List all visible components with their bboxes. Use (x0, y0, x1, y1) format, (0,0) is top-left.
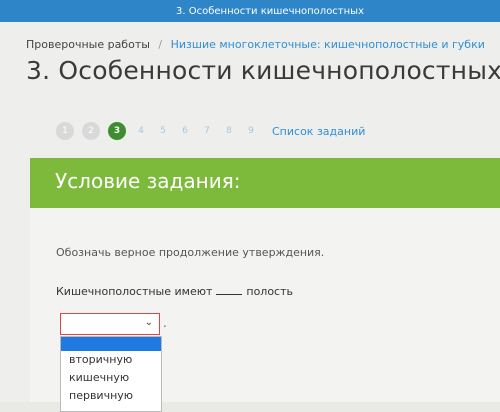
chevron-down-icon: ⌄ (144, 317, 153, 328)
page-title: 3. Особенности кишечнополостных (26, 56, 500, 85)
statement-before: Кишечнополостные имеют (56, 285, 213, 298)
breadcrumb: Проверочные работы / Низшие многоклеточн… (26, 38, 485, 51)
banner-title: Условие задания: (55, 169, 241, 193)
page-8-button[interactable]: 8 (222, 122, 236, 140)
page-7-button[interactable]: 7 (200, 122, 214, 140)
task-panel: Обозначь верное продолжение утверждения.… (30, 208, 500, 412)
task-condition-banner: Условие задания: (30, 158, 500, 208)
page-1-button[interactable]: 1 (56, 122, 74, 140)
top-header-bar: 3. Особенности кишечнополостных (0, 0, 500, 22)
page-5-button[interactable]: 5 (156, 122, 170, 140)
breadcrumb-home[interactable]: Проверочные работы (26, 38, 150, 51)
answer-dropdown-list: вторичную кишечную первичную (60, 336, 162, 412)
task-pager: 1 2 3 4 5 6 7 8 9 Список заданий (56, 122, 365, 140)
trailing-dot: . (163, 316, 167, 330)
breadcrumb-current[interactable]: Низшие многоклеточные: кишечнополостные … (171, 38, 485, 51)
page-3-button[interactable]: 3 (108, 122, 126, 140)
task-list-link[interactable]: Список заданий (272, 125, 365, 138)
breadcrumb-separator: / (158, 38, 163, 51)
dropdown-option[interactable]: вторичную (61, 351, 161, 369)
header-title: 3. Особенности кишечнополостных (176, 5, 364, 17)
dropdown-option[interactable]: кишечную (61, 369, 161, 387)
page-4-button[interactable]: 4 (134, 122, 148, 140)
page-6-button[interactable]: 6 (178, 122, 192, 140)
page-2-button[interactable]: 2 (82, 122, 100, 140)
dropdown-highlighted-option[interactable] (61, 337, 161, 351)
statement-blank (216, 284, 243, 295)
statement-after: полость (246, 285, 293, 298)
dropdown-option[interactable]: первичную (61, 387, 161, 405)
task-statement: Кишечнополостные имеют полость (56, 284, 293, 298)
page-9-button[interactable]: 9 (244, 122, 258, 140)
answer-select[interactable]: ⌄ (60, 313, 160, 335)
main-content: Проверочные работы / Низшие многоклеточн… (0, 22, 500, 412)
task-instruction: Обозначь верное продолжение утверждения. (56, 246, 325, 259)
